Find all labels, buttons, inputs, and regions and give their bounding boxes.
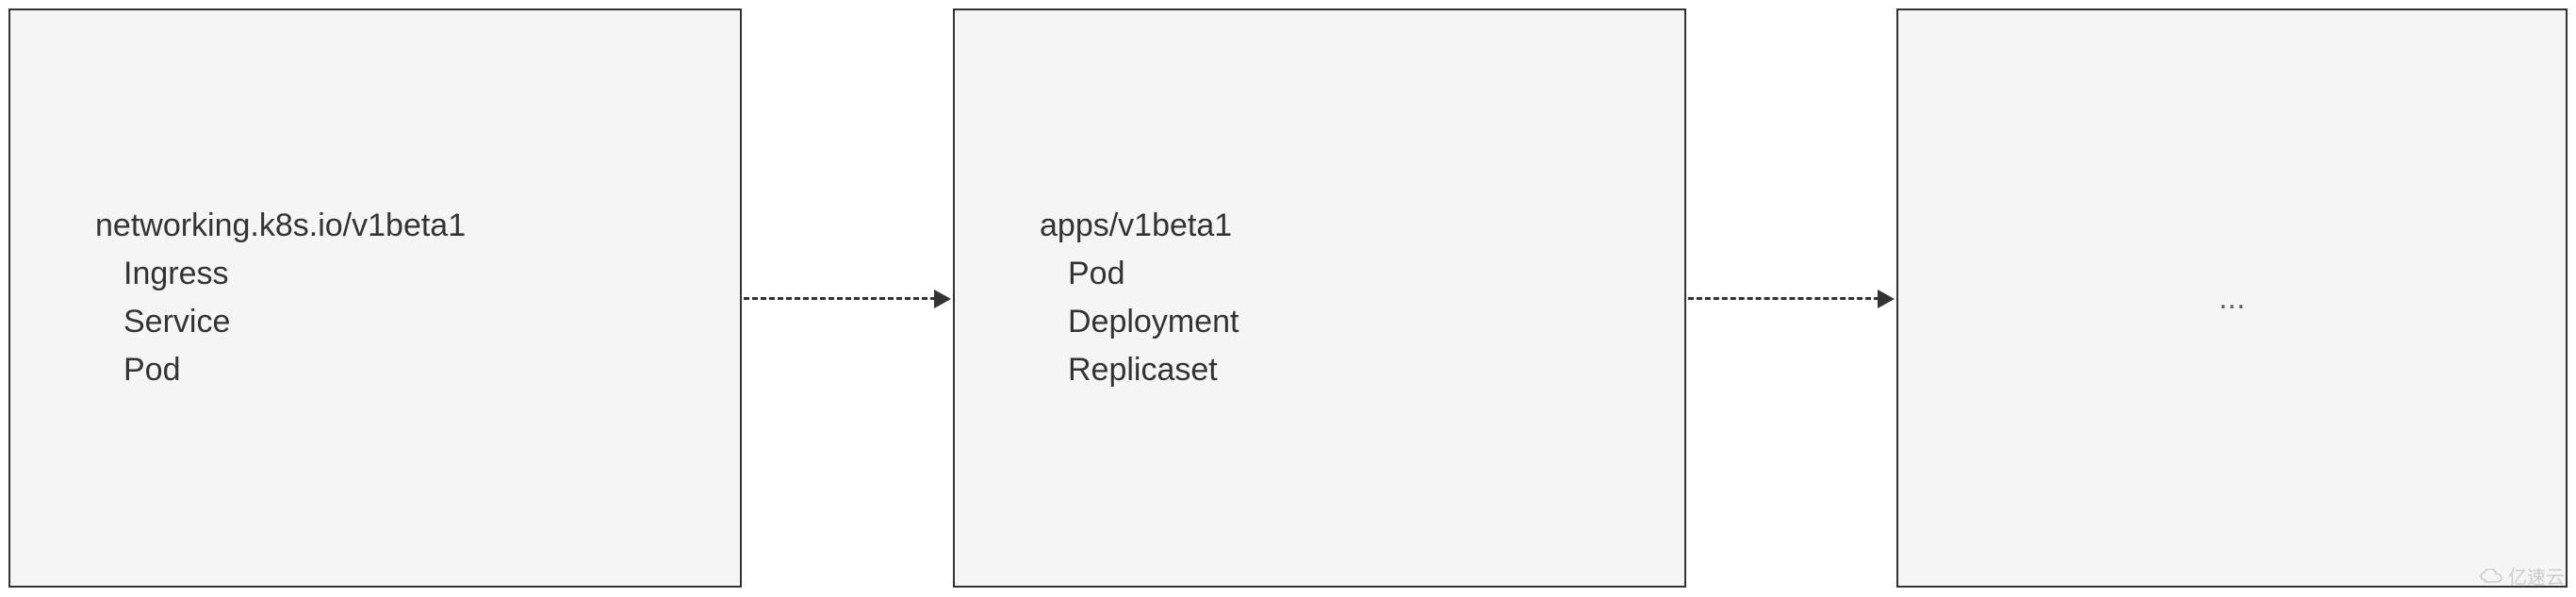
api-group-title: networking.k8s.io/v1beta1 [95,202,740,250]
resource-item: Pod [1068,250,1684,298]
resource-item: Service [123,298,740,346]
arrow-head-icon [934,290,951,308]
api-group-box-ellipsis: ... [1896,8,2568,588]
api-group-title: apps/v1beta1 [1040,202,1684,250]
ellipsis-text: ... [2219,280,2245,317]
cloud-icon [2480,569,2502,584]
resource-item: Deployment [1068,298,1684,346]
resource-item: Ingress [123,250,740,298]
arrow-icon [1688,290,1895,308]
arrow-line [744,297,936,300]
api-group-box-networking: networking.k8s.io/v1beta1 Ingress Servic… [8,8,742,588]
resource-list: Pod Deployment Replicaset [1040,250,1684,394]
watermark: 亿速云 [2480,562,2565,589]
resource-item: Replicaset [1068,346,1684,394]
watermark-text: 亿速云 [2508,562,2565,589]
arrow-line [1688,297,1879,300]
resource-item: Pod [123,346,740,394]
diagram-container: networking.k8s.io/v1beta1 Ingress Servic… [0,0,2576,597]
resource-list: Ingress Service Pod [95,250,740,394]
arrow-icon [744,290,951,308]
api-group-box-apps: apps/v1beta1 Pod Deployment Replicaset [953,8,1686,588]
arrow-head-icon [1878,290,1895,308]
